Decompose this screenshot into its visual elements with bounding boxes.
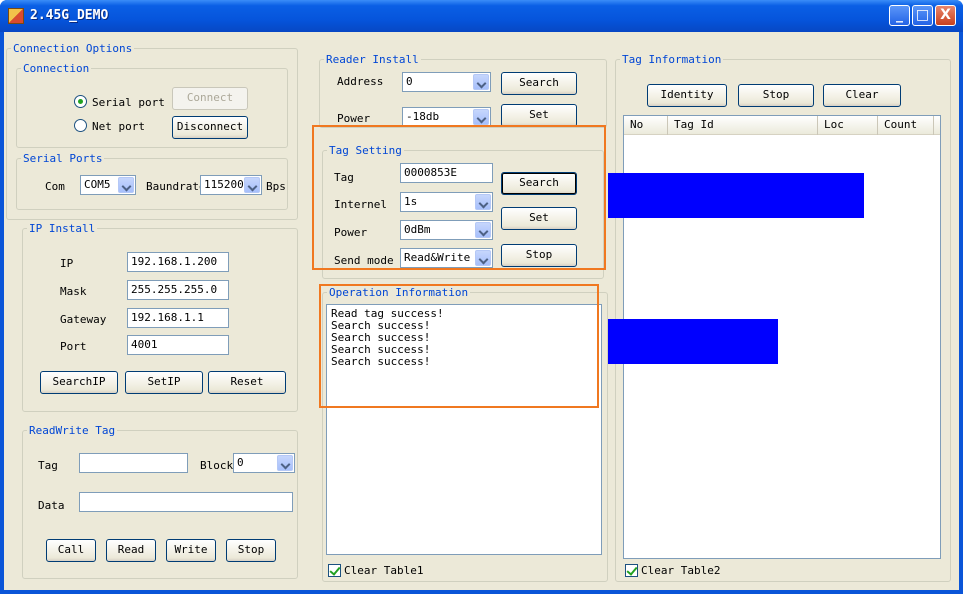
window-title: 2.45G_DEMO <box>30 8 109 23</box>
chevron-down-icon[interactable] <box>118 177 134 193</box>
minimize-button[interactable]: _ <box>889 5 910 26</box>
tag-information-legend: Tag Information <box>622 53 722 66</box>
ip-install-legend: IP Install <box>29 222 96 235</box>
bps-label: Bps <box>266 180 286 193</box>
block-select[interactable]: 0 <box>233 453 295 473</box>
read-write-tag-legend: ReadWrite Tag <box>29 424 116 437</box>
baudrate-select[interactable]: 115200 <box>200 175 262 195</box>
address-label: Address <box>337 75 384 88</box>
serial-port-label: Serial port <box>92 96 165 109</box>
data-field[interactable] <box>79 492 293 512</box>
client-area: Connection Options Connection Serial por… <box>4 32 959 590</box>
port-label: Port <box>60 340 87 353</box>
reader-power-value: -18db <box>406 110 440 123</box>
clear-table2-label: Clear Table2 <box>641 564 721 577</box>
highlight-box-tag-setting <box>312 125 606 270</box>
column-header-tag-id[interactable]: Tag Id <box>668 116 818 135</box>
rw-tag-label: Tag <box>38 459 58 472</box>
column-header-count[interactable]: Count <box>878 116 934 135</box>
chevron-down-icon[interactable] <box>473 74 489 90</box>
connection-options-legend: Connection Options <box>13 42 133 55</box>
gateway-field[interactable]: 192.168.1.1 <box>127 308 229 328</box>
com-value: COM5 <box>84 178 111 191</box>
com-select[interactable]: COM5 <box>80 175 136 195</box>
mask-label: Mask <box>60 285 87 298</box>
column-header-no[interactable]: No <box>624 116 668 135</box>
ip-label: IP <box>60 257 74 270</box>
chevron-down-icon[interactable] <box>244 177 260 193</box>
serial-port-radio[interactable] <box>74 95 87 108</box>
tag-info-stop-button[interactable]: Stop <box>738 84 814 107</box>
address-select[interactable]: 0 <box>402 72 491 92</box>
stop-rw-button[interactable]: Stop <box>226 539 276 562</box>
write-button[interactable]: Write <box>166 539 216 562</box>
com-label: Com <box>45 180 65 193</box>
reader-power-select[interactable]: -18db <box>402 107 491 127</box>
clear-table1-checkbox[interactable] <box>328 564 341 577</box>
baudrate-label: Baundrate <box>146 180 206 193</box>
net-port-radio[interactable] <box>74 119 87 132</box>
connect-button[interactable]: Connect <box>172 87 248 110</box>
title-bar[interactable]: 2.45G_DEMO _ □ X <box>0 0 963 32</box>
highlight-box-operation-info <box>319 284 599 408</box>
reader-power-label: Power <box>337 112 371 125</box>
connection-legend: Connection <box>23 62 90 75</box>
read-button[interactable]: Read <box>106 539 156 562</box>
call-button[interactable]: Call <box>46 539 96 562</box>
app-icon <box>8 8 24 24</box>
identity-button[interactable]: Identity <box>647 84 727 107</box>
redaction-block-top <box>608 173 864 218</box>
chevron-down-icon[interactable] <box>473 109 489 125</box>
data-label: Data <box>38 499 65 512</box>
address-value: 0 <box>406 75 413 88</box>
set-ip-button[interactable]: SetIP <box>125 371 203 394</box>
serial-ports-legend: Serial Ports <box>23 152 103 165</box>
mask-field[interactable]: 255.255.255.0 <box>127 280 229 300</box>
close-button[interactable]: X <box>935 5 956 26</box>
column-header-loc[interactable]: Loc <box>818 116 878 135</box>
reader-search-button[interactable]: Search <box>501 72 577 95</box>
baudrate-value: 115200 <box>204 178 244 191</box>
reader-install-legend: Reader Install <box>326 53 419 66</box>
tag-table-header: No Tag Id Loc Count <box>624 116 940 135</box>
ip-field[interactable]: 192.168.1.200 <box>127 252 229 272</box>
port-field[interactable]: 4001 <box>127 335 229 355</box>
search-ip-button[interactable]: SearchIP <box>40 371 118 394</box>
gateway-label: Gateway <box>60 313 107 326</box>
app-window: 2.45G_DEMO _ □ X Connection Options Conn… <box>0 0 963 594</box>
reset-button[interactable]: Reset <box>208 371 286 394</box>
block-value: 0 <box>237 456 244 469</box>
maximize-button[interactable]: □ <box>912 5 933 26</box>
tag-info-clear-button[interactable]: Clear <box>823 84 901 107</box>
rw-tag-field[interactable] <box>79 453 188 473</box>
chevron-down-icon[interactable] <box>277 455 293 471</box>
net-port-label: Net port <box>92 120 145 133</box>
clear-table1-label: Clear Table1 <box>344 564 424 577</box>
redaction-block-bottom <box>608 319 778 364</box>
reader-set-button[interactable]: Set <box>501 104 577 127</box>
disconnect-button[interactable]: Disconnect <box>172 116 248 139</box>
block-label: Block <box>200 459 234 472</box>
clear-table2-checkbox[interactable] <box>625 564 638 577</box>
